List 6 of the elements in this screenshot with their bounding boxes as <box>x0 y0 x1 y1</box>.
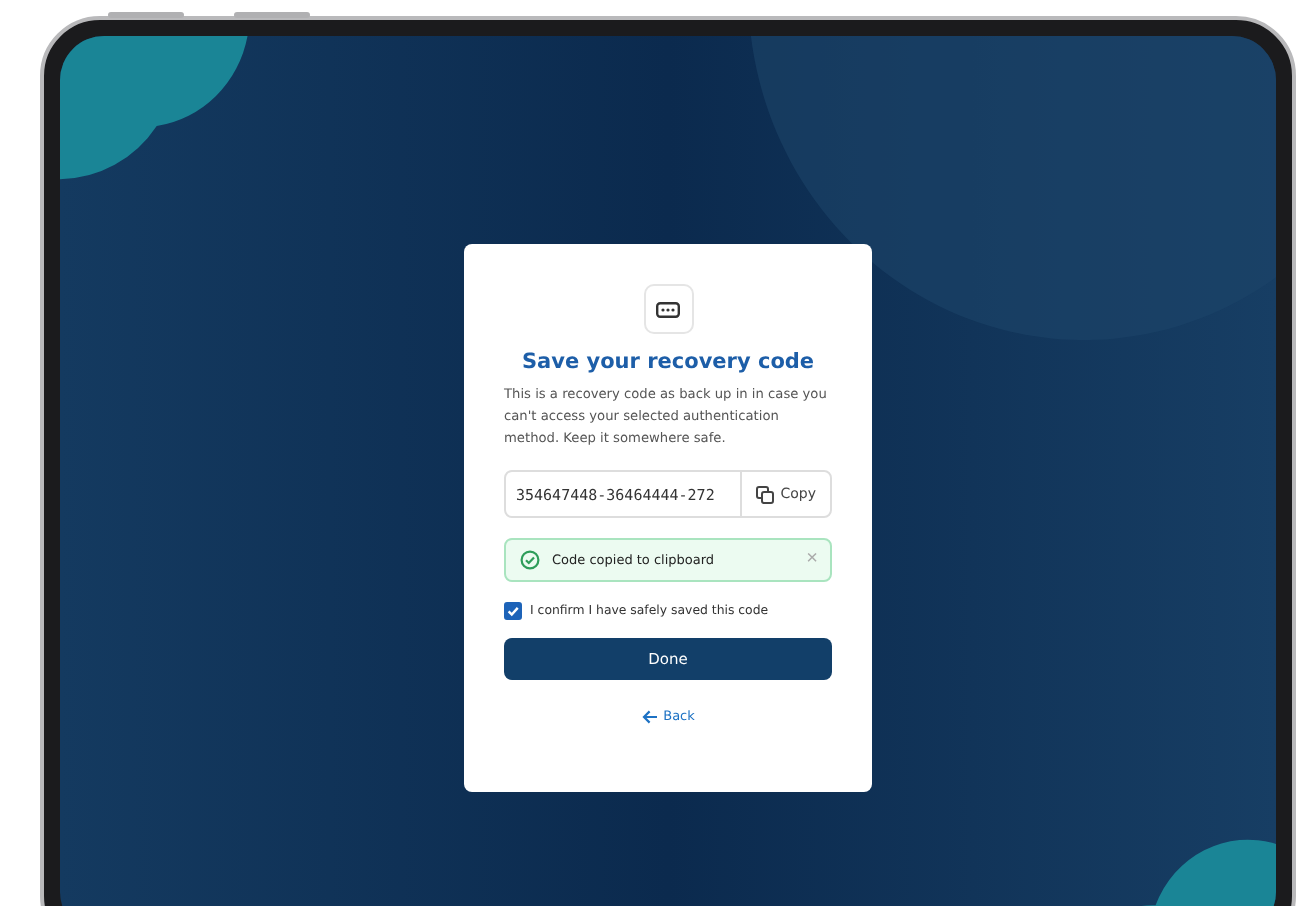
dialog-title: Save your recovery code <box>521 350 815 374</box>
copy-icon <box>756 485 775 503</box>
password-field-icon <box>656 301 680 317</box>
confirm-checkbox[interactable] <box>504 602 522 620</box>
arrow-left-icon <box>641 709 658 723</box>
check-circle-icon <box>520 550 540 570</box>
